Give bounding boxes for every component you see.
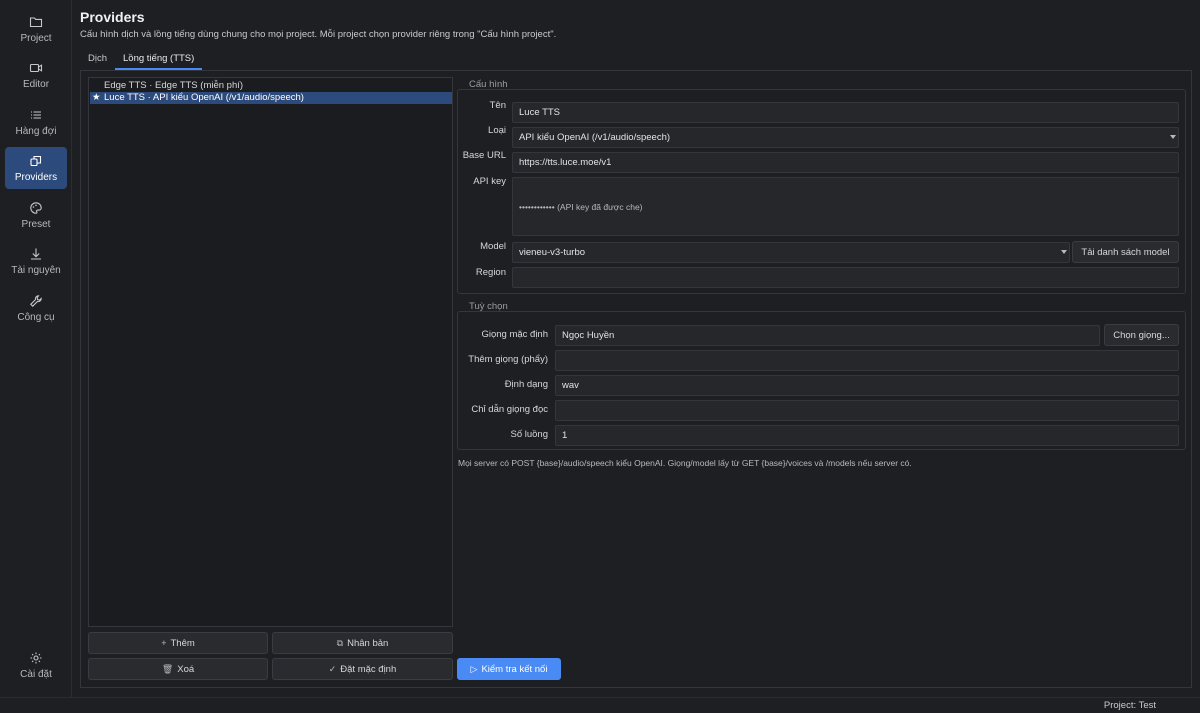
- play-icon: ▷: [470, 663, 478, 674]
- sidebar-item-label: Hàng đợi: [15, 125, 57, 137]
- duplicate-button-label: Nhân bản: [347, 637, 389, 649]
- list-item-label: Edge TTS · Edge TTS (miễn phí): [104, 80, 244, 91]
- threads-label: Số luồng: [510, 429, 548, 440]
- sidebar-item-project[interactable]: Project: [5, 8, 67, 50]
- sidebar-item-label: Công cụ: [17, 311, 55, 323]
- default-voice-field[interactable]: Ngọc Huyền: [555, 325, 1100, 346]
- sidebar-item-settings[interactable]: Cài đặt: [5, 644, 67, 686]
- base-url-label: Base URL: [462, 150, 506, 161]
- chevron-down-icon: [1061, 250, 1067, 254]
- plus-icon: +: [161, 638, 167, 648]
- extra-voices-field[interactable]: [555, 350, 1179, 371]
- sidebar-item-providers[interactable]: Providers: [5, 147, 67, 189]
- choose-voice-button[interactable]: Chọn giọng...: [1104, 324, 1179, 346]
- format-field[interactable]: wav: [555, 375, 1179, 396]
- list-item[interactable]: Edge TTS · Edge TTS (miễn phí): [90, 80, 452, 92]
- sidebar-item-label: Cài đặt: [20, 668, 52, 680]
- load-models-button[interactable]: Tải danh sách model: [1072, 241, 1179, 263]
- list-item-label: Luce TTS · API kiểu OpenAI (/v1/audio/sp…: [104, 92, 304, 103]
- type-select[interactable]: API kiểu OpenAI (/v1/audio/speech): [512, 127, 1179, 148]
- sidebar-item-tools[interactable]: Công cụ: [5, 287, 67, 329]
- type-label: Loại: [488, 125, 506, 136]
- extra-voices-label: Thêm giọng (phẩy): [468, 354, 548, 365]
- folder-icon: [29, 16, 43, 27]
- video-icon: [29, 63, 43, 72]
- copy-icon: ⧉: [336, 637, 344, 648]
- options-group: Giọng mặc định Ngọc Huyền Chọn giọng... …: [457, 311, 1186, 450]
- trash-icon: 🗑: [161, 663, 174, 674]
- hint-text: Mọi server có POST {base}/audio/speech k…: [458, 458, 912, 468]
- provider-list[interactable]: Edge TTS · Edge TTS (miễn phí) ★ Luce TTS…: [88, 77, 453, 627]
- sidebar-item-label: Project: [20, 32, 52, 44]
- list-icon: [31, 110, 41, 119]
- delete-button-label: Xoá: [177, 663, 195, 675]
- wrench-icon: [30, 294, 42, 307]
- api-key-label: API key: [473, 176, 506, 187]
- set-default-button[interactable]: ✓ Đặt mặc định: [272, 658, 453, 680]
- voice-instructions-field[interactable]: [555, 400, 1179, 421]
- tab-bar: Dịch Lồng tiếng (TTS): [80, 52, 203, 70]
- star-icon: ★: [92, 92, 101, 103]
- chevron-down-icon: [1170, 135, 1176, 139]
- status-bar: Project: Test: [0, 697, 1200, 713]
- sidebar-item-label: Preset: [21, 218, 51, 230]
- model-label: Model: [480, 241, 506, 252]
- providers-icon: [30, 155, 42, 166]
- sidebar-item-resources[interactable]: Tài nguyên: [5, 240, 67, 282]
- sidebar-item-editor[interactable]: Editor: [5, 54, 67, 96]
- name-field[interactable]: Luce TTS: [512, 102, 1179, 123]
- model-select-value: vieneu-v3-turbo: [519, 247, 586, 258]
- base-url-field[interactable]: https://tts.luce.moe/v1: [512, 152, 1179, 173]
- test-connection-label: Kiểm tra kết nối: [481, 663, 548, 675]
- threads-field[interactable]: 1: [555, 425, 1179, 446]
- tab-tts[interactable]: Lồng tiếng (TTS): [115, 52, 203, 70]
- config-group: Tên Luce TTS Loại API kiểu OpenAI (/v1/a…: [457, 89, 1186, 294]
- duplicate-button[interactable]: ⧉ Nhân bản: [272, 632, 453, 654]
- region-label: Region: [475, 267, 506, 278]
- tab-translate[interactable]: Dịch: [80, 52, 115, 70]
- voice-instructions-label: Chỉ dẫn giọng đọc: [471, 404, 548, 415]
- download-icon: [31, 248, 41, 260]
- sidebar-item-label: Tài nguyên: [11, 264, 61, 276]
- type-select-value: API kiểu OpenAI (/v1/audio/speech): [519, 132, 671, 143]
- name-label: Tên: [489, 100, 506, 111]
- palette-icon: [30, 201, 42, 214]
- sidebar-item-preset[interactable]: Preset: [5, 194, 67, 236]
- status-project: Project: Test: [1103, 700, 1156, 711]
- default-voice-label: Giọng mặc định: [481, 329, 548, 340]
- sidebar: Project Editor Hàng đợi Providers Preset…: [0, 0, 72, 697]
- add-button-label: Thêm: [170, 637, 195, 649]
- sidebar-item-label: Editor: [22, 78, 50, 90]
- model-select[interactable]: vieneu-v3-turbo: [512, 242, 1070, 263]
- add-button[interactable]: + Thêm: [88, 632, 268, 654]
- list-item[interactable]: ★ Luce TTS · API kiểu OpenAI (/v1/audio/s…: [90, 92, 452, 104]
- check-icon: ✓: [328, 663, 337, 674]
- sidebar-item-label: Providers: [14, 171, 58, 183]
- api-key-field[interactable]: •••••••••••• (API key đã được che): [512, 177, 1179, 236]
- tts-panel: Edge TTS · Edge TTS (miễn phí) ★ Luce TTS…: [80, 70, 1192, 688]
- gear-icon: [30, 652, 42, 663]
- page-title: Providers: [80, 9, 145, 25]
- test-connection-button[interactable]: ▷ Kiểm tra kết nối: [457, 658, 561, 680]
- main-content: Providers Cấu hình dịch và lồng tiếng dù…: [72, 0, 1200, 697]
- region-field[interactable]: [512, 267, 1179, 288]
- sidebar-item-queue[interactable]: Hàng đợi: [5, 101, 67, 143]
- format-label: Định dạng: [504, 379, 548, 390]
- page-subtitle: Cấu hình dịch và lồng tiếng dùng chung c…: [80, 29, 557, 40]
- set-default-button-label: Đặt mặc định: [340, 663, 397, 675]
- delete-button[interactable]: 🗑 Xoá: [88, 658, 268, 680]
